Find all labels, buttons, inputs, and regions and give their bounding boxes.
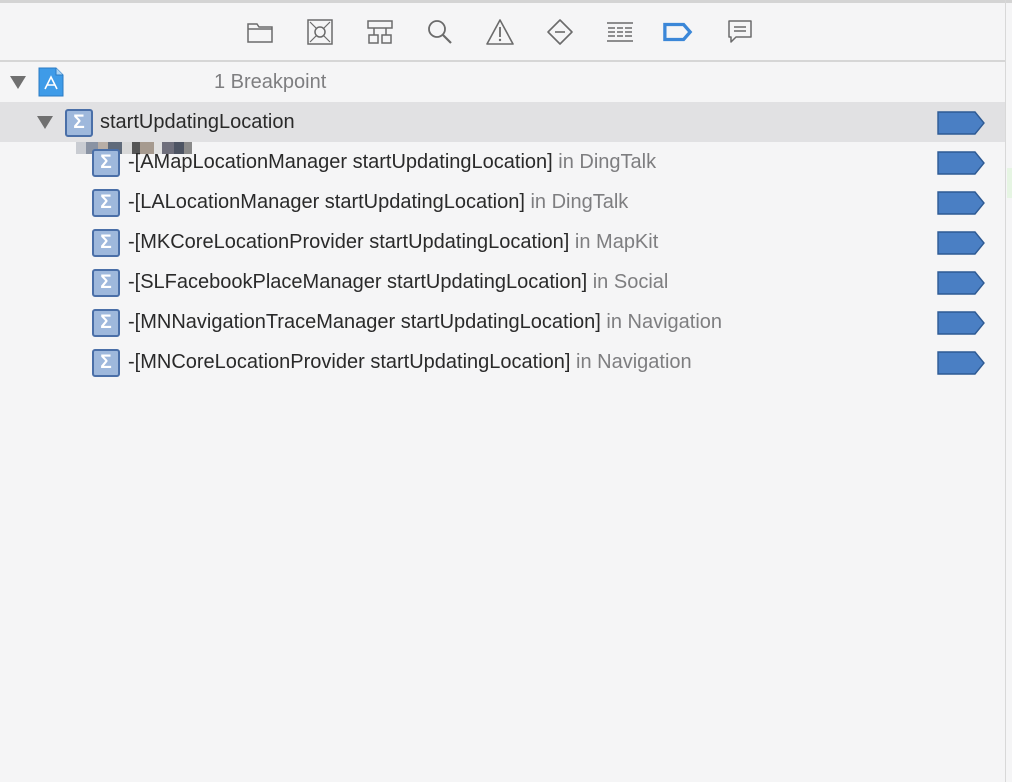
report-navigator-button[interactable] [725, 17, 755, 47]
source-control-icon [307, 19, 333, 45]
breakpoint-enabled-icon[interactable] [937, 351, 985, 375]
symbolic-breakpoint-icon: Σ [92, 149, 120, 177]
breakpoint-label: -[LALocationManager startUpdatingLocatio… [128, 191, 628, 214]
breakpoint-label: -[MNCoreLocationProvider startUpdatingLo… [128, 351, 692, 374]
breakpoint-group-row[interactable]: Σ startUpdatingLocation [0, 102, 1005, 142]
breakpoint-label: -[MKCoreLocationProvider startUpdatingLo… [128, 231, 658, 254]
breakpoint-row[interactable]: Σ -[AMapLocationManager startUpdatingLoc… [0, 142, 1005, 182]
panel-divider [1005, 0, 1006, 782]
breakpoint-symbol: -[AMapLocationManager startUpdatingLocat… [128, 150, 553, 173]
breakpoint-label: -[SLFacebookPlaceManager startUpdatingLo… [128, 271, 668, 294]
breakpoint-module: in Navigation [606, 310, 723, 333]
symbolic-breakpoint-icon: Σ [65, 109, 93, 137]
breakpoint-row[interactable]: Σ -[MKCoreLocationProvider startUpdating… [0, 222, 1005, 262]
breakpoint-row[interactable]: Σ -[MNNavigationTraceManager startUpdati… [0, 302, 1005, 342]
hierarchy-icon [367, 20, 393, 44]
source-control-navigator-button[interactable] [305, 17, 335, 47]
navigator-toolbar [0, 3, 1005, 62]
breakpoint-enabled-icon[interactable] [937, 111, 985, 135]
test-navigator-button[interactable] [545, 17, 575, 47]
project-row[interactable]: 1 Breakpoint [0, 62, 1005, 154]
breakpoint-module: in Social [592, 270, 669, 293]
breakpoint-icon [663, 22, 693, 42]
breakpoint-label: -[MNNavigationTraceManager startUpdating… [128, 311, 722, 334]
breakpoint-row[interactable]: Σ -[SLFacebookPlaceManager startUpdating… [0, 262, 1005, 302]
breakpoint-navigator-button[interactable] [663, 17, 693, 47]
editor-edge-highlight [1007, 168, 1012, 198]
report-icon [728, 20, 752, 43]
breakpoint-row[interactable]: Σ -[MNCoreLocationProvider startUpdating… [0, 342, 1005, 382]
breakpoint-symbol: -[SLFacebookPlaceManager startUpdatingLo… [128, 270, 588, 293]
breakpoint-row[interactable]: Σ -[LALocationManager startUpdatingLocat… [0, 182, 1005, 222]
project-navigator-button[interactable] [245, 17, 275, 47]
breakpoint-enabled-icon[interactable] [937, 151, 985, 175]
symbolic-breakpoint-icon: Σ [92, 269, 120, 297]
breakpoint-enabled-icon[interactable] [937, 191, 985, 215]
debug-list-icon [607, 22, 633, 42]
breakpoint-enabled-icon[interactable] [937, 231, 985, 255]
breakpoint-symbol: -[MNNavigationTraceManager startUpdating… [128, 310, 601, 333]
breakpoint-module: in MapKit [574, 230, 659, 253]
breakpoint-enabled-icon[interactable] [937, 271, 985, 295]
breakpoint-symbol: -[LALocationManager startUpdatingLocatio… [128, 190, 525, 213]
symbol-navigator-button[interactable] [365, 17, 395, 47]
folder-icon [247, 23, 273, 43]
search-icon [428, 20, 452, 44]
breakpoint-module: in DingTalk [530, 190, 629, 213]
disclosure-triangle-icon[interactable] [37, 116, 53, 129]
breakpoint-label: -[AMapLocationManager startUpdatingLocat… [128, 151, 656, 174]
breakpoint-count: 1 Breakpoint [214, 70, 327, 93]
symbolic-breakpoint-icon: Σ [92, 189, 120, 217]
disclosure-triangle-icon[interactable] [10, 76, 26, 89]
debug-navigator-button[interactable] [605, 17, 635, 47]
symbolic-breakpoint-icon: Σ [92, 229, 120, 257]
test-diamond-icon [547, 19, 573, 45]
breakpoint-enabled-icon[interactable] [937, 311, 985, 335]
warning-icon [486, 19, 514, 45]
symbolic-breakpoint-icon: Σ [92, 309, 120, 337]
breakpoint-module: in Navigation [576, 350, 692, 373]
issue-navigator-button[interactable] [485, 17, 515, 47]
breakpoint-module: in DingTalk [558, 150, 657, 173]
breakpoint-symbol: -[MNCoreLocationProvider startUpdatingLo… [128, 350, 571, 373]
app-project-icon [38, 67, 64, 97]
breakpoint-symbol: -[MKCoreLocationProvider startUpdatingLo… [128, 230, 570, 253]
find-navigator-button[interactable] [425, 17, 455, 47]
symbolic-breakpoint-icon: Σ [92, 349, 120, 377]
group-label: startUpdatingLocation [100, 110, 295, 133]
